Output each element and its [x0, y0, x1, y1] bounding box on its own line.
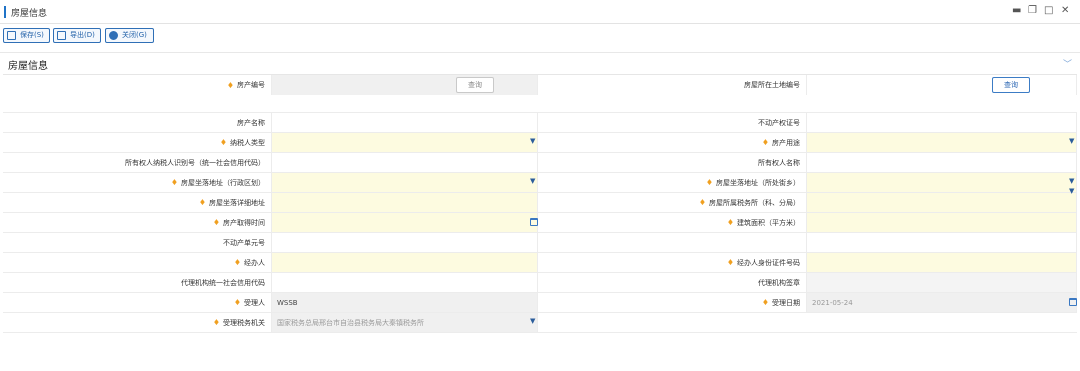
save-icon: [7, 31, 16, 40]
unit-no-input[interactable]: [271, 233, 538, 252]
form-row: ♦ 房屋坐落地址（行政区划） ▼ ♦ 房屋坐落地址（所处街乡） ▼: [3, 173, 1077, 193]
property-use-select[interactable]: ▼: [806, 133, 1077, 152]
section-header: 房屋信息 ﹀: [0, 52, 1080, 72]
receiver-field: WSSB: [271, 293, 538, 312]
dropdown-arrow-icon[interactable]: ▼: [530, 317, 535, 325]
dropdown-arrow-icon[interactable]: ▼: [1069, 187, 1074, 195]
acquire-time-label: ♦ 房产取得时间: [212, 218, 265, 227]
acquire-time-input[interactable]: [271, 213, 538, 232]
section-title: 房屋信息: [8, 61, 48, 72]
taxpayer-type-label: ♦ 纳税人类型: [219, 138, 265, 147]
close-icon[interactable]: ✕: [1061, 5, 1069, 17]
tax-office-select[interactable]: ▼: [806, 187, 1077, 212]
form-row: ♦ 房产取得时间 ♦ 建筑面积（平方米）: [3, 213, 1077, 233]
restore-icon[interactable]: ❐: [1028, 5, 1037, 17]
minimize-icon[interactable]: ▬: [1012, 5, 1021, 17]
property-use-label: ♦ 房产用途: [761, 138, 800, 147]
empty-label: [538, 233, 806, 252]
form-row: 所有权人纳税人识别号（统一社会信用代码） 所有权人名称: [3, 153, 1077, 173]
agency-code-input[interactable]: [271, 273, 538, 292]
save-button-label: 保存(S): [20, 31, 44, 39]
form-row: 不动产单元号: [3, 233, 1077, 253]
floor-area-input[interactable]: [806, 213, 1077, 232]
form-row: ♦ 房屋坐落详细地址 ♦ 房屋所属税务所（科、分局） ▼: [3, 187, 1077, 213]
land-no-field[interactable]: 查询: [806, 75, 1077, 95]
house-info-form: ♦ 房产编号 查询 房屋所在土地编号 查询 房产名称 不动产权证号 ♦ 纳税人类型 …: [3, 74, 1077, 333]
property-no-field[interactable]: 查询: [271, 75, 538, 95]
dropdown-arrow-icon[interactable]: ▼: [1069, 177, 1074, 185]
dropdown-arrow-icon[interactable]: ▼: [1069, 137, 1074, 145]
unit-no-label: 不动产单元号: [223, 238, 265, 247]
dropdown-arrow-icon[interactable]: ▼: [530, 137, 535, 145]
property-name-input[interactable]: [271, 113, 538, 132]
form-row: ♦ 房产编号 查询 房屋所在土地编号 查询: [3, 75, 1077, 113]
receive-date-label: ♦ 受理日期: [761, 298, 800, 307]
property-no-query-button[interactable]: 查询: [456, 77, 494, 93]
calendar-icon[interactable]: [1069, 298, 1077, 306]
address-district-select[interactable]: ▼: [271, 173, 538, 192]
agency-code-label: 代理机构统一社会信用代码: [181, 278, 265, 287]
address-detail-input[interactable]: [271, 193, 538, 212]
maximize-icon[interactable]: □: [1044, 5, 1053, 17]
land-no-label: 房屋所在土地编号: [744, 81, 800, 89]
receive-office-value: 国家税务总局邢台市自治县税务局大秦镇税务所: [277, 318, 424, 327]
tax-office-label: ♦ 房屋所属税务所（科、分局）: [698, 198, 800, 207]
address-detail-label: ♦ 房屋坐落详细地址: [198, 198, 265, 207]
floor-area-label: ♦ 建筑面积（平方米）: [726, 218, 800, 227]
title-accent-bar: [4, 6, 6, 18]
property-no-label: ♦ 房产编号: [226, 80, 265, 90]
handler-id-input[interactable]: [806, 253, 1077, 272]
address-street-select[interactable]: ▼: [806, 173, 1077, 192]
close-circle-icon: [109, 31, 118, 40]
export-icon: [57, 31, 66, 40]
address-street-label: ♦ 房屋坐落地址（所处街乡）: [705, 178, 800, 187]
address-district-label: ♦ 房屋坐落地址（行政区划）: [170, 178, 265, 187]
handler-id-label: ♦ 经办人身份证件号码: [726, 258, 800, 267]
agency-seal-label: 代理机构签章: [758, 278, 800, 287]
receive-date-value: 2021-05-24: [812, 298, 853, 307]
receive-office-label: ♦ 受理税务机关: [212, 318, 265, 327]
receiver-value: WSSB: [277, 298, 298, 307]
form-row: ♦ 受理人 WSSB ♦ 受理日期 2021-05-24: [3, 293, 1077, 313]
toolbar: 保存(S) 导出(D) 关闭(G): [0, 25, 1080, 49]
receive-date-field: 2021-05-24: [806, 293, 1077, 312]
window-title: 房屋信息: [11, 9, 48, 19]
calendar-icon[interactable]: [530, 218, 538, 226]
empty-field: [806, 233, 1077, 252]
close-button[interactable]: 关闭(G): [105, 28, 154, 43]
owner-name-input[interactable]: [806, 153, 1077, 172]
form-row: ♦ 纳税人类型 ▼ ♦ 房产用途 ▼: [3, 133, 1077, 153]
property-name-label: 房产名称: [237, 118, 265, 127]
close-button-label: 关闭(G): [122, 31, 147, 39]
form-row: 代理机构统一社会信用代码 代理机构签章: [3, 273, 1077, 293]
save-button[interactable]: 保存(S): [3, 28, 50, 43]
owner-id-label: 所有权人纳税人识别号（统一社会信用代码）: [125, 158, 265, 167]
receiver-label: ♦ 受理人: [233, 298, 265, 307]
handler-input[interactable]: [271, 253, 538, 272]
taxpayer-type-select[interactable]: ▼: [271, 133, 538, 152]
form-row: ♦ 经办人 ♦ 经办人身份证件号码: [3, 253, 1077, 273]
cert-no-label: 不动产权证号: [758, 118, 800, 127]
owner-id-input[interactable]: [271, 153, 538, 172]
window-titlebar: 房屋信息 ▬ ❐ □ ✕: [0, 0, 1080, 24]
export-button-label: 导出(D): [70, 31, 95, 39]
receive-office-select[interactable]: 国家税务总局邢台市自治县税务局大秦镇税务所 ▼: [271, 313, 538, 332]
handler-label: ♦ 经办人: [233, 258, 265, 267]
agency-seal-field: [806, 273, 1077, 292]
form-row: 房产名称 不动产权证号: [3, 113, 1077, 133]
cert-no-input[interactable]: [806, 113, 1077, 132]
owner-name-label: 所有权人名称: [758, 158, 800, 167]
dropdown-arrow-icon[interactable]: ▼: [530, 177, 535, 185]
chevron-down-icon[interactable]: ﹀: [1063, 57, 1072, 70]
land-no-query-button[interactable]: 查询: [992, 77, 1030, 93]
export-button[interactable]: 导出(D): [53, 28, 101, 43]
form-row: ♦ 受理税务机关 国家税务总局邢台市自治县税务局大秦镇税务所 ▼: [3, 313, 1077, 333]
